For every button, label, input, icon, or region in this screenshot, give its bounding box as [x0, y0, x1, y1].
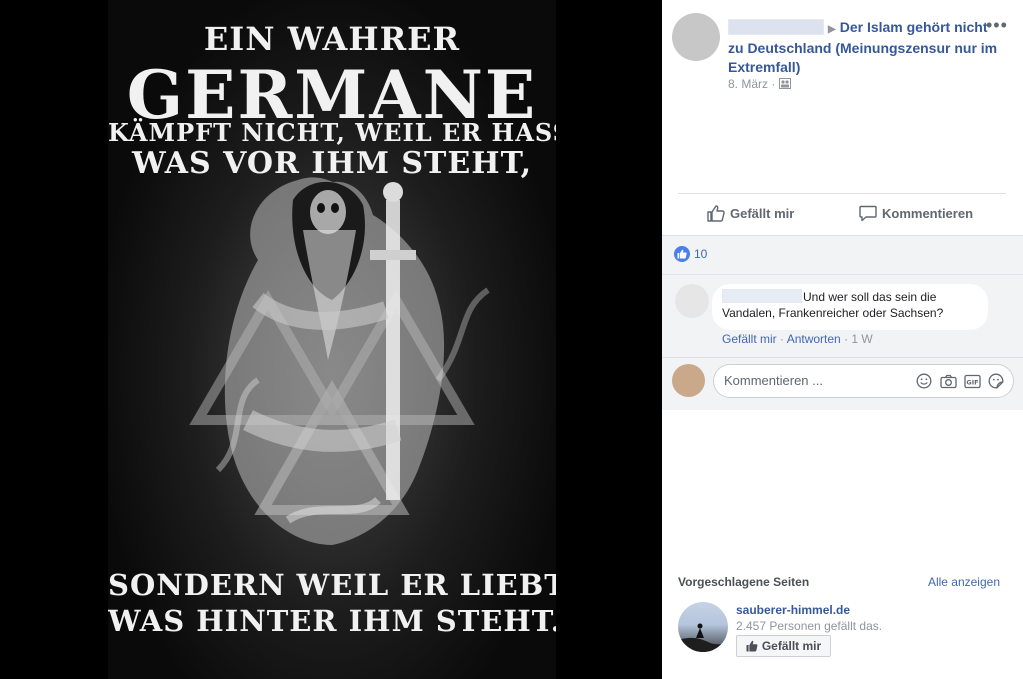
- post-header: ▶ Der Islam gehört nicht zu Deutschland (…: [662, 0, 1023, 110]
- comment-composer: GIF: [713, 364, 1014, 398]
- poster-line-5: SONDERN WEIL ER LIEBT,: [108, 568, 556, 602]
- reactions-summary[interactable]: 10: [674, 246, 707, 262]
- separator-dot: ·: [780, 332, 785, 346]
- like-reaction-icon: [674, 246, 690, 262]
- thumbs-up-icon: [707, 205, 725, 222]
- comment-bubble: Und wer soll das sein die Vandalen, Fran…: [712, 284, 988, 330]
- composer-icons: GIF: [915, 372, 1005, 390]
- camera-icon[interactable]: [939, 372, 957, 390]
- comment-button[interactable]: Kommentieren: [859, 205, 973, 222]
- comment-bubble-icon: [859, 205, 877, 222]
- thumbs-up-icon: [746, 640, 758, 652]
- poster-line-6: WAS HINTER IHM STEHT.: [108, 604, 556, 638]
- comment-meta: Gefällt mir · Antworten · 1 W: [722, 332, 873, 346]
- post-image[interactable]: EIN WAHRER GERMANE KÄMPFT NICHT, WEIL ER…: [108, 0, 556, 679]
- poster-line-1: EIN WAHRER: [203, 20, 461, 58]
- shared-to-arrow-icon: ▶: [828, 24, 836, 35]
- post-actions: Gefällt mir Kommentieren: [662, 194, 1023, 234]
- photo-viewer: EIN WAHRER GERMANE KÄMPFT NICHT, WEIL ER…: [0, 0, 662, 679]
- reactions-count: 10: [694, 247, 708, 261]
- like-button-label: Gefällt mir: [730, 206, 795, 221]
- emoji-icon[interactable]: [915, 372, 933, 390]
- poster-line-4: WAS VOR IHM STEHT,: [131, 146, 533, 181]
- sticker-icon[interactable]: [987, 372, 1005, 390]
- divider: [662, 357, 1023, 358]
- separator-dot: ·: [844, 332, 849, 346]
- post-date-text[interactable]: 8. März: [728, 77, 768, 91]
- comment-time[interactable]: 1 W: [851, 332, 872, 346]
- comment-button-label: Kommentieren: [882, 206, 974, 221]
- post-title: ▶ Der Islam gehört nicht zu Deutschland (…: [728, 18, 998, 77]
- commenter-avatar[interactable]: [675, 284, 709, 318]
- suggested-page-likes: 2.457 Personen gefällt das.: [736, 619, 883, 633]
- post-side-panel: ▶ Der Islam gehört nicht zu Deutschland (…: [662, 0, 1023, 679]
- redacted-commenter-name[interactable]: [722, 289, 802, 303]
- author-avatar[interactable]: [672, 13, 720, 61]
- group-audience-icon[interactable]: [778, 78, 791, 89]
- poster-line-3: KÄMPFT NICHT, WEIL ER HASST,: [108, 118, 556, 147]
- gif-icon[interactable]: GIF: [963, 372, 981, 390]
- comment-reply-link[interactable]: Antworten: [787, 332, 841, 346]
- more-options-icon[interactable]: •••: [986, 15, 1008, 36]
- svg-text:GIF: GIF: [966, 378, 978, 386]
- post-timestamp: 8. März ·: [728, 77, 791, 91]
- separator-dot: ·: [771, 77, 776, 91]
- suggested-pages-heading: Vorgeschlagene Seiten: [678, 575, 810, 589]
- like-button[interactable]: Gefällt mir: [707, 205, 794, 222]
- suggested-page-like-button[interactable]: Gefällt mir: [736, 635, 831, 657]
- comment-like-link[interactable]: Gefällt mir: [722, 332, 777, 346]
- comment-input[interactable]: [724, 373, 904, 388]
- comments-section: 10 Und wer soll das sein die Vandalen, F…: [662, 235, 1023, 410]
- redacted-author-name[interactable]: [728, 19, 824, 35]
- current-user-avatar[interactable]: [672, 364, 705, 397]
- suggested-like-label: Gefällt mir: [761, 639, 822, 653]
- divider: [662, 274, 1023, 275]
- suggested-page-avatar[interactable]: [678, 602, 728, 652]
- see-all-link[interactable]: Alle anzeigen: [928, 575, 1000, 589]
- suggested-page-name[interactable]: sauberer-himmel.de: [736, 603, 850, 617]
